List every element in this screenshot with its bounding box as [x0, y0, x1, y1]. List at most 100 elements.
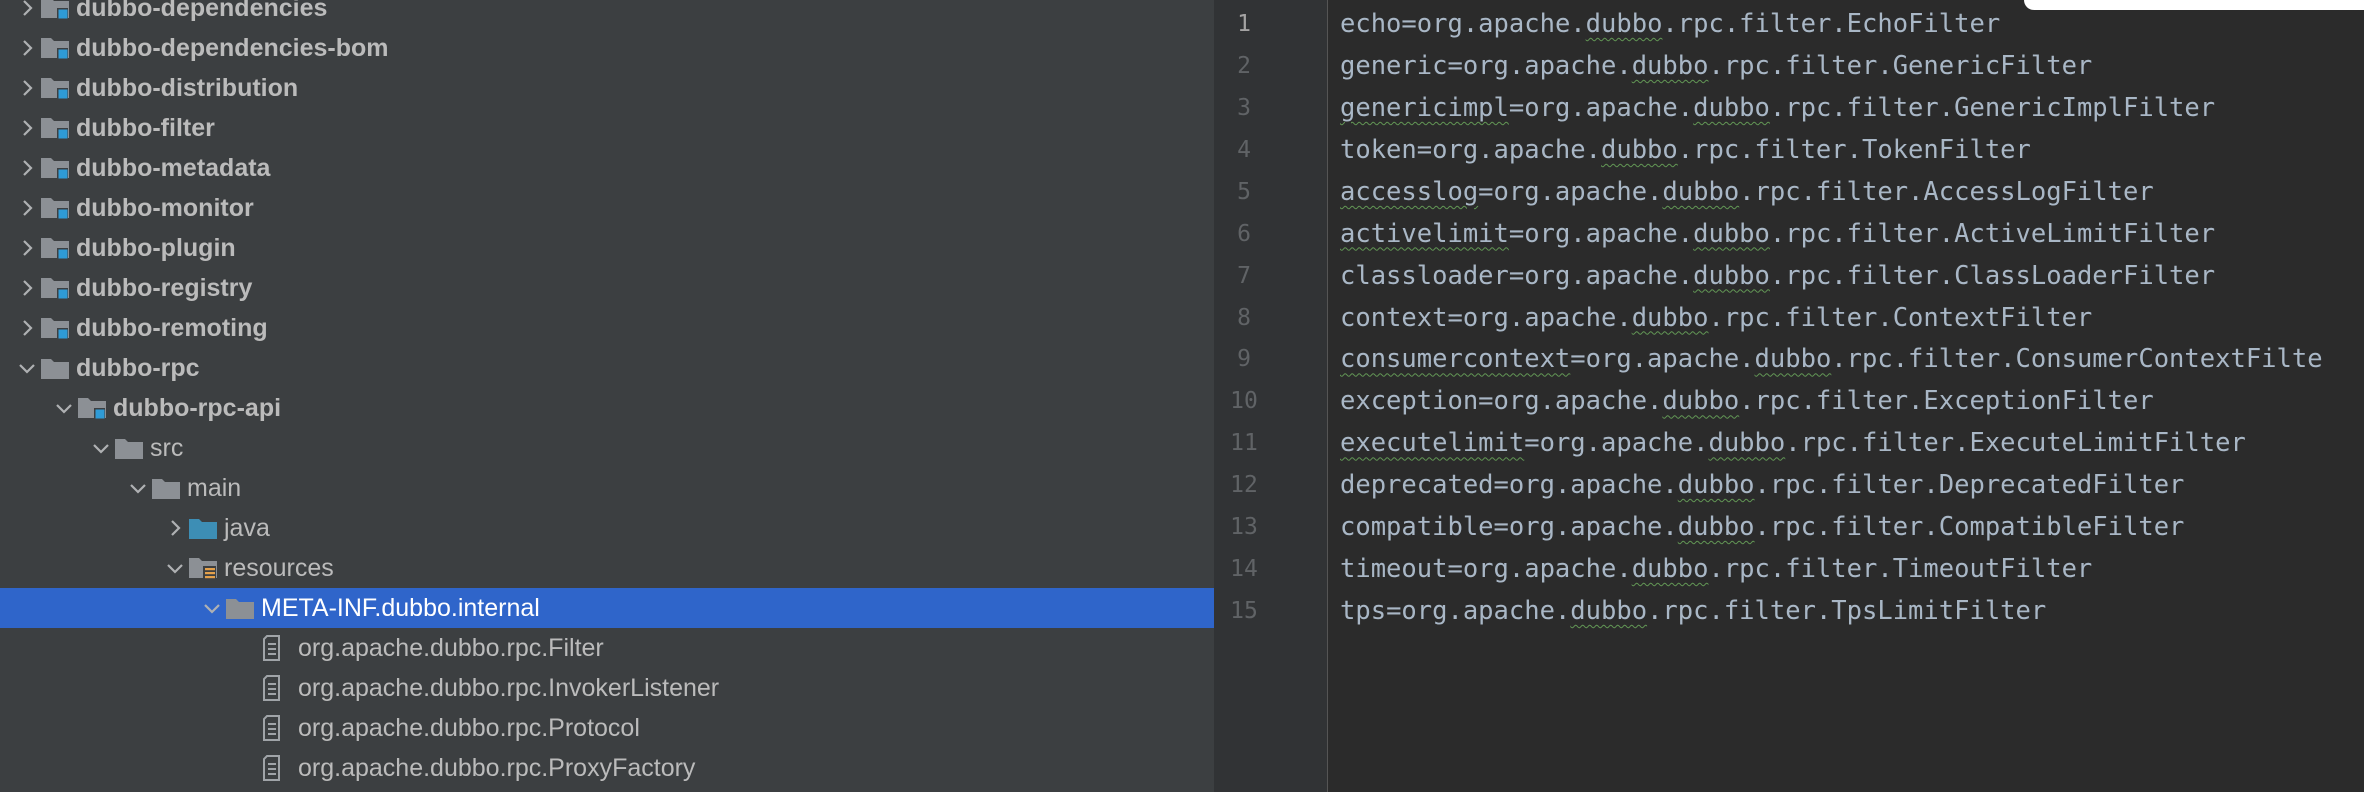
chevron-right-icon[interactable] — [14, 268, 40, 308]
tree-item-dubbo-monitor[interactable]: dubbo-monitor — [0, 188, 1214, 228]
module-folder-icon — [40, 308, 76, 348]
property-key: executelimit — [1340, 428, 1525, 459]
chevron-right-icon[interactable] — [14, 0, 40, 28]
chevron-right-icon[interactable] — [14, 108, 40, 148]
class-name: CompatibleFilter — [1938, 512, 2185, 543]
line-number: 10 — [1230, 388, 1258, 415]
code-line[interactable]: exception=org.apache.dubbo.rpc.filter.Ex… — [1340, 380, 2154, 422]
tree-item-dubbo-filter[interactable]: dubbo-filter — [0, 108, 1214, 148]
text-file-icon — [262, 708, 298, 748]
code-line[interactable]: token=org.apache.dubbo.rpc.filter.TokenF… — [1340, 129, 2031, 171]
code-editor[interactable]: echo=org.apache.dubbo.rpc.filter.EchoFil… — [1328, 0, 2364, 792]
tree-item-dubbo-remoting[interactable]: dubbo-remoting — [0, 308, 1214, 348]
tree-item-label: dubbo-distribution — [76, 74, 299, 102]
line-number: 14 — [1230, 556, 1258, 583]
tree-item-dubbo-distribution[interactable]: dubbo-distribution — [0, 68, 1214, 108]
tree-item-dubbo-dependencies[interactable]: dubbo-dependencies — [0, 0, 1214, 28]
code-fragment: =org.apache. — [1508, 218, 1694, 249]
tree-item-dubbo-plugin[interactable]: dubbo-plugin — [0, 228, 1214, 268]
tree-item-label: dubbo-rpc — [76, 354, 200, 382]
code-line[interactable]: genericimpl=org.apache.dubbo.rpc.filter.… — [1340, 87, 2215, 129]
line-number: 7 — [1237, 262, 1251, 289]
line-number: 5 — [1237, 178, 1251, 205]
chevron-down-icon[interactable] — [125, 468, 151, 508]
line-number: 9 — [1237, 346, 1251, 373]
project-tree[interactable]: dubbo-dependencies dubbo-dependencies-bom… — [0, 0, 1214, 792]
tree-item-org-apache-dubbo-rpc-invokerlistener[interactable]: org.apache.dubbo.rpc.InvokerListener — [0, 668, 1214, 708]
class-name: TpsLimitFilter — [1831, 595, 2047, 626]
code-line[interactable]: compatible=org.apache.dubbo.rpc.filter.C… — [1340, 506, 2184, 548]
code-fragment: =org.apache. — [1524, 428, 1709, 459]
line-number: 15 — [1230, 597, 1258, 624]
code-fragment: =org.apache. — [1447, 554, 1632, 585]
tree-item-dubbo-rpc-api[interactable]: dubbo-rpc-api — [0, 388, 1214, 428]
property-key: genericimpl — [1340, 92, 1509, 123]
tree-item-label: dubbo-remoting — [76, 314, 268, 342]
code-fragment: .rpc.filter. — [1769, 218, 1955, 249]
property-key: token — [1340, 134, 1417, 165]
tree-item-label: resources — [224, 554, 334, 582]
line-number: 1 — [1237, 11, 1251, 38]
class-name: ContextFilter — [1892, 302, 2093, 333]
class-name: GenericImplFilter — [1954, 92, 2216, 123]
class-name: ExceptionFilter — [1923, 386, 2154, 417]
class-name: EchoFilter — [1846, 9, 2001, 40]
code-line[interactable]: echo=org.apache.dubbo.rpc.filter.EchoFil… — [1340, 3, 2000, 45]
module-folder-icon — [40, 68, 76, 108]
tree-item-dubbo-metadata[interactable]: dubbo-metadata — [0, 148, 1214, 188]
code-fragment: .rpc.filter. — [1647, 595, 1832, 626]
code-line[interactable]: deprecated=org.apache.dubbo.rpc.filter.D… — [1340, 464, 2184, 506]
line-number: 11 — [1230, 430, 1258, 457]
tree-item-org-apache-dubbo-rpc-filter[interactable]: org.apache.dubbo.rpc.Filter — [0, 628, 1214, 668]
code-line[interactable]: context=org.apache.dubbo.rpc.filter.Cont… — [1340, 297, 2092, 339]
code-line[interactable]: activelimit=org.apache.dubbo.rpc.filter.… — [1340, 213, 2215, 255]
tree-item-dubbo-dependencies-bom[interactable]: dubbo-dependencies-bom — [0, 28, 1214, 68]
chevron-right-icon[interactable] — [14, 188, 40, 228]
code-line[interactable]: executelimit=org.apache.dubbo.rpc.filter… — [1340, 422, 2246, 464]
module-folder-icon — [40, 228, 76, 268]
tree-item-main[interactable]: main — [0, 468, 1214, 508]
tree-item-org-apache-dubbo-rpc-proxyfactory[interactable]: org.apache.dubbo.rpc.ProxyFactory — [0, 748, 1214, 788]
property-key: activelimit — [1340, 218, 1509, 249]
code-line[interactable]: generic=org.apache.dubbo.rpc.filter.Gene… — [1340, 45, 2092, 87]
code-line[interactable]: consumercontext=org.apache.dubbo.rpc.fil… — [1340, 338, 2323, 380]
property-key: generic — [1340, 51, 1448, 82]
chevron-down-icon[interactable] — [199, 588, 225, 628]
package-segment: dubbo — [1631, 302, 1709, 333]
chevron-down-icon[interactable] — [14, 348, 40, 388]
tree-item-resources[interactable]: resources — [0, 548, 1214, 588]
class-name: TokenFilter — [1862, 134, 2031, 165]
package-segment: dubbo — [1677, 470, 1755, 501]
chevron-down-icon[interactable] — [162, 548, 188, 588]
chevron-down-icon[interactable] — [88, 428, 114, 468]
code-fragment: .rpc.filter. — [1677, 134, 1862, 165]
tree-item-label: dubbo-filter — [76, 114, 215, 142]
tree-item-dubbo-registry[interactable]: dubbo-registry — [0, 268, 1214, 308]
package-segment: dubbo — [1570, 595, 1648, 626]
tree-item-dubbo-rpc[interactable]: dubbo-rpc — [0, 348, 1214, 388]
chevron-right-icon[interactable] — [162, 508, 188, 548]
code-fragment: =org.apache. — [1570, 344, 1755, 375]
code-line[interactable]: accesslog=org.apache.dubbo.rpc.filter.Ac… — [1340, 171, 2154, 213]
class-name: ClassLoaderFilter — [1954, 260, 2216, 291]
chevron-right-icon[interactable] — [14, 228, 40, 268]
tree-item-src[interactable]: src — [0, 428, 1214, 468]
tree-item-java[interactable]: java — [0, 508, 1214, 548]
tree-item-meta-inf-dubbo-internal[interactable]: META-INF.dubbo.internal — [0, 588, 1214, 628]
code-fragment: =org.apache. — [1447, 51, 1632, 82]
chevron-right-icon[interactable] — [14, 148, 40, 188]
module-folder-icon — [40, 148, 76, 188]
line-number: 3 — [1237, 94, 1251, 121]
tree-item-org-apache-dubbo-rpc-protocol[interactable]: org.apache.dubbo.rpc.Protocol — [0, 708, 1214, 748]
code-line[interactable]: tps=org.apache.dubbo.rpc.filter.TpsLimit… — [1340, 590, 2046, 632]
code-fragment: =org.apache. — [1478, 386, 1663, 417]
code-fragment: .rpc.filter. — [1754, 470, 1939, 501]
property-key: exception — [1340, 386, 1479, 417]
source-folder-icon — [188, 508, 224, 548]
chevron-down-icon[interactable] — [51, 388, 77, 428]
chevron-right-icon[interactable] — [14, 68, 40, 108]
chevron-right-icon[interactable] — [14, 28, 40, 68]
chevron-right-icon[interactable] — [14, 308, 40, 348]
code-line[interactable]: classloader=org.apache.dubbo.rpc.filter.… — [1340, 255, 2215, 297]
code-line[interactable]: timeout=org.apache.dubbo.rpc.filter.Time… — [1340, 548, 2092, 590]
